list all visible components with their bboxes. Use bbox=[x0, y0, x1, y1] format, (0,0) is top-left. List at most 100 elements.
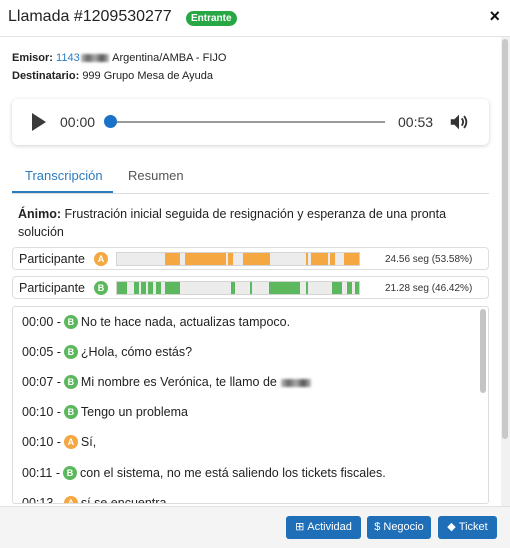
destinatario-value: 999 Grupo Mesa de Ayuda bbox=[82, 70, 213, 82]
transcript-line: 00:00 - B No te hace nada, actualizas tamp… bbox=[22, 314, 291, 329]
speech-segment bbox=[165, 253, 180, 265]
transcript-line: 00:10 - A Sí, bbox=[22, 434, 97, 449]
mood-text: Frustración inicial seguida de resignaci… bbox=[18, 207, 447, 239]
tab-resumen[interactable]: Resumen bbox=[128, 168, 184, 183]
duration-time: 00:53 bbox=[398, 114, 434, 130]
participant-label: Participante bbox=[19, 252, 86, 266]
speech-segment bbox=[306, 282, 308, 294]
emisor-label: Emisor: bbox=[12, 52, 53, 64]
volume-icon[interactable] bbox=[448, 111, 470, 133]
line-time: 00:11 bbox=[22, 466, 53, 480]
business-button[interactable]: $ Negocio bbox=[367, 516, 431, 539]
activity-button-label: Actividad bbox=[307, 521, 352, 533]
line-time: 00:13 bbox=[22, 496, 54, 504]
speaker-a-icon: A bbox=[63, 495, 78, 503]
speech-segment bbox=[134, 282, 139, 294]
transcript-line: 00:13 - Así se encuentra bbox=[22, 495, 167, 504]
line-time: 00:07 bbox=[22, 375, 54, 389]
speaker-a-timeline bbox=[116, 252, 360, 266]
tab-transcripcion[interactable]: Transcripción bbox=[25, 168, 103, 183]
line-text: Tengo un problema bbox=[80, 405, 188, 419]
speech-segment bbox=[250, 282, 252, 294]
activity-button[interactable]: ⊞ Actividad bbox=[286, 516, 361, 539]
emisor-line: Emisor: 1143 Argentina/AMBA - FIJO bbox=[12, 52, 226, 64]
destinatario-line: Destinatario: 999 Grupo Mesa de Ayuda bbox=[12, 70, 213, 82]
speaker-b-icon: B bbox=[63, 404, 78, 419]
speaker-b-timeline bbox=[116, 281, 360, 295]
speech-segment bbox=[141, 282, 146, 294]
speaker-b-icon: B bbox=[94, 281, 108, 295]
modal-scrollbar-thumb[interactable] bbox=[502, 39, 508, 439]
active-tab-underline bbox=[12, 191, 113, 193]
speech-segment bbox=[355, 282, 359, 294]
line-text: No te hace nada, actualizas tampoco. bbox=[80, 315, 291, 329]
transcript-line: 00:11 - Bcon el sistema, no me está salie… bbox=[22, 465, 386, 480]
modal-title: Llamada #1209530277 bbox=[8, 8, 172, 25]
speaker-b-stat: 21.28 seg (46.42%) bbox=[385, 283, 473, 294]
destinatario-label: Destinatario: bbox=[12, 70, 80, 82]
seek-handle[interactable] bbox=[104, 115, 117, 128]
modal-footer: ⊞ Actividad $ Negocio ◆ Ticket bbox=[0, 506, 510, 548]
play-icon[interactable] bbox=[32, 113, 46, 131]
line-text: sí se encuentra bbox=[80, 496, 167, 504]
speaker-b-icon: B bbox=[63, 314, 78, 329]
line-text: con el sistema, no me está saliendo los … bbox=[80, 466, 386, 480]
direction-badge: Entrante bbox=[186, 11, 237, 26]
speaker-a-icon: A bbox=[94, 252, 108, 266]
speech-segment bbox=[347, 282, 352, 294]
calendar-plus-icon: ⊞ bbox=[295, 521, 305, 533]
modal-header: Llamada #1209530277 Entrante × bbox=[0, 0, 510, 37]
speech-segment bbox=[117, 282, 127, 294]
speaker-a-stat: 24.56 seg (53.58%) bbox=[385, 254, 473, 265]
speech-segment bbox=[185, 253, 226, 265]
participant-row-b: Participante B 21.28 seg (46.42%) bbox=[12, 276, 489, 299]
redacted-mark bbox=[281, 378, 312, 387]
call-detail-modal: Llamada #1209530277 Entrante × Emisor: 1… bbox=[0, 0, 510, 548]
speech-segment bbox=[228, 253, 233, 265]
speaker-b-icon: B bbox=[63, 374, 78, 389]
emisor-location: Argentina/AMBA - FIJO bbox=[112, 52, 227, 64]
ticket-button[interactable]: ◆ Ticket bbox=[438, 516, 497, 539]
emisor-phone-link[interactable]: 1143 bbox=[56, 52, 80, 64]
mood-summary: Ánimo: Frustración inicial seguida de re… bbox=[18, 205, 488, 241]
line-time: 00:10 bbox=[22, 405, 54, 419]
speech-segment bbox=[243, 253, 270, 265]
dollar-icon: $ bbox=[374, 521, 381, 533]
speech-segment bbox=[165, 282, 180, 294]
close-icon[interactable]: × bbox=[489, 6, 500, 27]
speaker-a-icon: A bbox=[63, 434, 78, 449]
participant-label: Participante bbox=[19, 281, 86, 295]
speech-segment bbox=[231, 282, 235, 294]
tabs-bar: Transcripción Resumen bbox=[12, 158, 489, 194]
speech-segment bbox=[156, 282, 161, 294]
line-time: 00:05 bbox=[22, 345, 54, 359]
business-button-label: Negocio bbox=[383, 521, 424, 533]
speech-segment bbox=[148, 282, 153, 294]
mood-label: Ánimo: bbox=[18, 207, 62, 221]
audio-player: 00:00 00:53 bbox=[12, 99, 489, 145]
speech-segment bbox=[330, 253, 335, 265]
participant-row-a: Participante A 24.56 seg (53.58%) bbox=[12, 247, 489, 270]
line-text: Sí, bbox=[80, 435, 97, 449]
speech-segment bbox=[344, 253, 359, 265]
line-text: Mi nombre es Verónica, te llamo de bbox=[80, 375, 277, 389]
line-time: 00:00 bbox=[22, 315, 54, 329]
ticket-button-label: Ticket bbox=[458, 521, 488, 533]
current-time: 00:00 bbox=[60, 114, 96, 130]
speech-segment bbox=[269, 282, 300, 294]
transcript-scrollbar-thumb[interactable] bbox=[480, 309, 486, 393]
transcript-line: 00:05 - B ¿Hola, cómo estás? bbox=[22, 344, 193, 359]
speaker-b-icon: B bbox=[63, 465, 77, 480]
transcript-line: 00:07 - B Mi nombre es Verónica, te llamo … bbox=[22, 374, 312, 390]
transcript-panel[interactable]: 00:00 - B No te hace nada, actualizas tamp… bbox=[12, 306, 489, 504]
speech-segment bbox=[311, 253, 328, 265]
line-time: 00:10 bbox=[22, 435, 54, 449]
redacted-mark bbox=[80, 54, 109, 63]
modal-scrollbar[interactable] bbox=[501, 37, 510, 510]
transcript-line: 00:10 - B Tengo un problema bbox=[22, 404, 188, 419]
tag-icon: ◆ bbox=[447, 521, 456, 533]
line-text: ¿Hola, cómo estás? bbox=[80, 345, 193, 359]
seek-track[interactable] bbox=[110, 121, 385, 123]
speaker-b-icon: B bbox=[63, 344, 78, 359]
speech-segment bbox=[306, 253, 308, 265]
